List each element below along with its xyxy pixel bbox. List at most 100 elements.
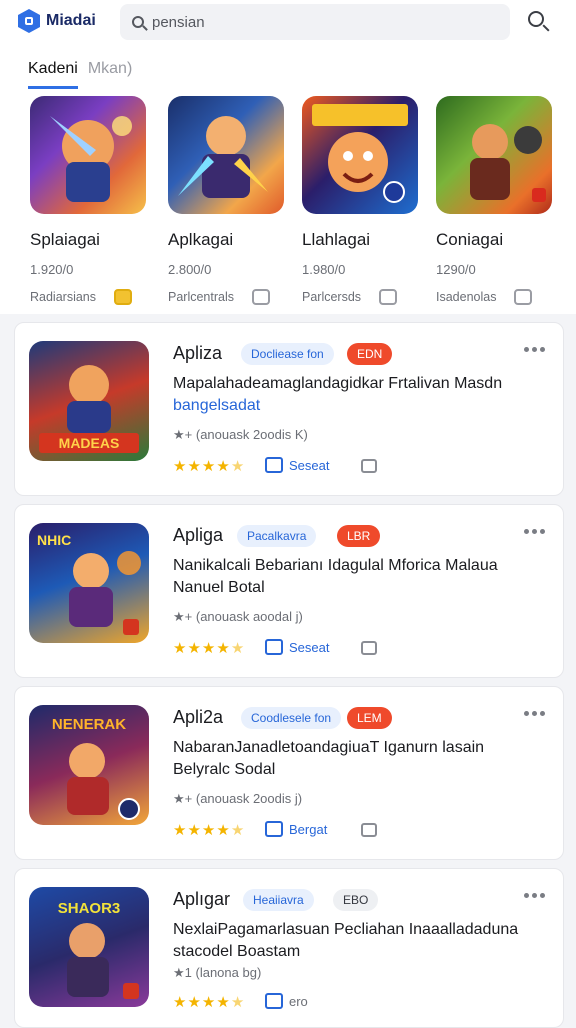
star-icon: ★ [187, 640, 201, 657]
action-link[interactable]: ero [265, 993, 308, 1009]
rating-stars: ★ ★ ★ ★ ★ [173, 639, 244, 657]
star-half-icon: ★ [230, 994, 245, 1011]
hero-art-icon [168, 96, 284, 214]
tag-chip[interactable]: LEM [347, 707, 392, 729]
bag-icon [265, 993, 283, 1009]
star-outline-icon: ★+ [173, 791, 196, 806]
star-half-icon: ★ [230, 640, 245, 657]
description-text: Mapalahadeamaglandagidkar Frtalivan Masd… [173, 375, 503, 392]
meta-text: (lanona bg) [195, 965, 262, 980]
app-art-text: NENERAK [52, 716, 126, 733]
featured-card[interactable]: Llahlagai 1.980/0 Parlcersds [302, 96, 432, 305]
featured-category: Parlcentrals [168, 289, 298, 305]
more-options-icon[interactable] [524, 347, 545, 352]
meta-text: (anouask 2oodis K) [195, 427, 308, 442]
featured-category-label: Isadenolas [436, 290, 497, 304]
description-link[interactable]: Nanuel Botal [173, 577, 553, 599]
app-logo[interactable]: Miadai [18, 9, 96, 33]
list-item[interactable]: MADEAS Apliza Docliease fon EDN Mapalaha… [14, 322, 564, 496]
featured-card[interactable]: Aplkagai 2.800/0 Parlcentrals [168, 96, 298, 305]
tag-chip[interactable]: EDN [347, 343, 393, 365]
app-name: Miadai [46, 12, 96, 29]
action-link[interactable]: Seseat [265, 457, 329, 473]
app-art-icon: SHAOR3 [29, 887, 149, 1007]
bookmark-icon[interactable] [361, 459, 377, 473]
featured-category: Isadenolas [436, 289, 566, 305]
star-icon: ★ [216, 640, 230, 657]
tab-kadeni[interactable]: Kadeni [28, 60, 78, 89]
bookmark-icon[interactable] [361, 823, 377, 837]
bag-icon [265, 639, 283, 655]
star-icon: ★ [216, 994, 230, 1011]
featured-card[interactable]: Splaiagai 1.920/0 Radiarsians [30, 96, 160, 305]
tag-chip[interactable]: LBR [337, 525, 381, 547]
star-icon: ★ [187, 458, 201, 475]
search-icon [528, 11, 544, 27]
coin-icon [114, 289, 133, 305]
top-bar: Miadai [0, 0, 576, 48]
tag-chip[interactable]: EBO [333, 889, 379, 911]
category-chip[interactable]: Coodlesele fon [241, 707, 342, 729]
app-art-text: NHIC [37, 532, 71, 548]
logo-icon [18, 9, 40, 33]
tab-mkan[interactable]: Mkan) [88, 60, 132, 89]
cart-icon [379, 289, 398, 305]
featured-count: 1.920/0 [30, 262, 74, 277]
description-link[interactable]: stacodel Boastam [173, 941, 553, 963]
more-options-icon[interactable] [524, 893, 545, 898]
download-meta: ★+ (anouask aoodal j) [173, 609, 303, 625]
star-outline-icon: ★1 [173, 965, 196, 980]
star-icon: ★ [187, 994, 201, 1011]
featured-category-label: Radiarsians [30, 290, 97, 304]
download-meta: ★1 (lanona bg) [173, 965, 261, 981]
app-art-text: MADEAS [59, 435, 120, 451]
description-link[interactable]: bangelsadat [173, 395, 553, 417]
meta-text: (anouask aoodal j) [195, 609, 303, 624]
featured-card[interactable]: Coniagai 1290/0 Isadenolas [436, 96, 566, 305]
app-title: Apliga [173, 525, 224, 545]
featured-name: Llahlagai [302, 230, 371, 249]
description-link[interactable]: Belyralc Sodal [173, 759, 553, 781]
more-options-icon[interactable] [524, 711, 545, 716]
featured-count: 2.800/0 [168, 262, 212, 277]
description-text: NabaranJanadletoandagiuaT Iganurn lasain [173, 739, 485, 756]
star-icon: ★ [173, 822, 187, 839]
search-icon [132, 16, 144, 28]
list-item[interactable]: NHIC Apliga Pacalkavra LBR Nanikalcali B… [14, 504, 564, 678]
app-art-icon: NENERAK [29, 705, 149, 825]
featured-name: Coniagai [436, 230, 504, 249]
list-item[interactable]: NENERAK Apli2a Coodlesele fon LEM Nabara… [14, 686, 564, 860]
app-art-icon: NHIC [29, 523, 149, 643]
action-label: Seseat [289, 639, 330, 655]
star-icon: ★ [201, 640, 216, 657]
list-item[interactable]: SHAOR3 Aplıgar Heaiiavra EBO NexlaiPagam… [14, 868, 564, 1028]
search-input[interactable] [152, 13, 472, 31]
action-link[interactable]: Seseat [265, 639, 329, 655]
star-outline-icon: ★+ [173, 609, 196, 624]
action-label: Seseat [289, 457, 330, 473]
action-label: ero [289, 993, 308, 1009]
action-label: Bergat [289, 821, 328, 837]
action-link[interactable]: Bergat [265, 821, 327, 837]
featured-category-label: Parlcersds [302, 290, 362, 304]
app-description: Mapalahadeamaglandagidkar Frtalivan Masd… [173, 373, 553, 417]
cart-icon [252, 289, 270, 305]
category-chip[interactable]: Heaiiavra [243, 889, 314, 911]
hero-art-icon [302, 96, 418, 214]
rating-stars: ★ ★ ★ ★ ★ [173, 821, 244, 839]
category-chip[interactable]: Pacalkavra [237, 525, 317, 547]
category-chip[interactable]: Docliease fon [241, 343, 334, 365]
star-icon: ★ [216, 458, 230, 475]
search-bar[interactable] [120, 4, 510, 40]
star-icon: ★ [173, 640, 187, 657]
bookmark-icon[interactable] [361, 641, 377, 655]
app-description: Nanikalcali Bebarianı Idagulal Mforica M… [173, 555, 553, 599]
featured-category-label: Parlcentrals [168, 290, 234, 304]
hero-art-icon [436, 96, 552, 214]
featured-name: Splaiagai [30, 230, 100, 249]
app-description: NabaranJanadletoandagiuaT Iganurn lasain… [173, 737, 553, 781]
star-icon: ★ [187, 822, 201, 839]
search-button[interactable] [528, 11, 550, 33]
star-icon: ★ [173, 994, 187, 1011]
more-options-icon[interactable] [524, 529, 545, 534]
